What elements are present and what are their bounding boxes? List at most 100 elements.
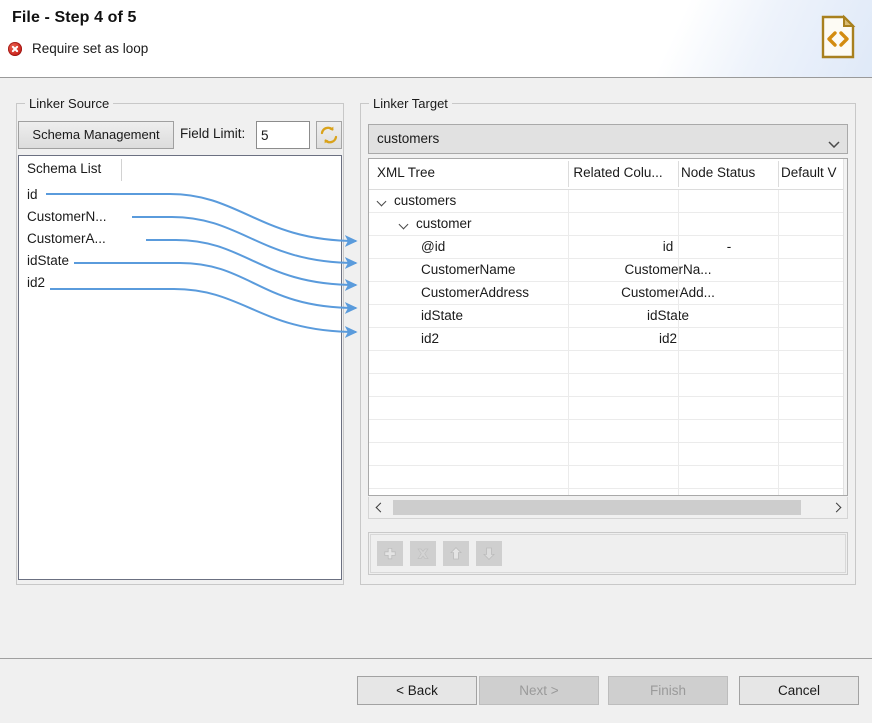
schema-list-rows: id CustomerN... CustomerA... idStateid2 — [19, 184, 341, 294]
field-limit-label: Field Limit: — [180, 126, 245, 141]
chevron-down-icon[interactable] — [377, 195, 389, 207]
schema-list-item[interactable]: CustomerN... — [19, 206, 341, 228]
cell-divider — [778, 351, 779, 374]
delete-node-button[interactable] — [410, 541, 436, 566]
cell-divider — [568, 374, 569, 397]
schema-list-item[interactable]: id2 — [19, 272, 341, 294]
schema-list-item-label: id — [27, 187, 38, 202]
column-header-xml-tree[interactable]: XML Tree — [377, 165, 435, 180]
table-row[interactable] — [369, 351, 847, 374]
table-row[interactable]: customers — [369, 190, 847, 213]
wizard-dialog: File - Step 4 of 5 Require set as loop L… — [0, 0, 872, 723]
target-toolbar — [368, 532, 848, 575]
table-row[interactable] — [369, 397, 847, 420]
table-row[interactable]: id2id2 — [369, 328, 847, 351]
cell-xml-tree-label: @id — [421, 239, 445, 254]
field-limit-input[interactable] — [256, 121, 310, 149]
cell-divider — [678, 190, 679, 213]
scrollbar-thumb[interactable] — [393, 500, 801, 515]
cell-node-status: - — [679, 239, 779, 254]
cell-divider — [678, 236, 679, 259]
next-button[interactable]: Next > — [479, 676, 599, 705]
refresh-icon[interactable] — [316, 121, 342, 149]
cell-xml-tree-label: customers — [394, 193, 456, 208]
table-row[interactable] — [369, 374, 847, 397]
header-divider — [778, 161, 779, 187]
schema-management-button[interactable]: Schema Management — [18, 121, 174, 149]
cell-related-column: CustomerNa... — [569, 262, 767, 277]
cell-related-column: idState — [569, 308, 767, 323]
tree-vertical-scrollbar[interactable] — [843, 159, 847, 495]
chevron-down-icon[interactable] — [399, 218, 411, 230]
linker-source-legend: Linker Source — [25, 96, 113, 111]
wizard-header: File - Step 4 of 5 Require set as loop — [0, 0, 872, 78]
table-row[interactable]: CustomerAddress CustomerAdd... — [369, 282, 847, 305]
schema-list-item-label: CustomerA... — [27, 231, 106, 246]
schema-list[interactable]: Schema List idCustomerN...CustomerA...id… — [18, 155, 342, 580]
cell-divider — [678, 213, 679, 236]
cell-divider — [778, 443, 779, 466]
cell-divider — [568, 190, 569, 213]
target-schema-combobox[interactable]: customers — [368, 124, 848, 154]
cell-divider — [678, 374, 679, 397]
finish-button[interactable]: Finish — [608, 676, 728, 705]
cell-divider — [678, 328, 679, 351]
cell-xml-tree: CustomerAddress — [421, 285, 529, 300]
page-title: File - Step 4 of 5 — [12, 9, 137, 27]
chevron-right-icon[interactable] — [825, 497, 847, 517]
cell-divider — [778, 305, 779, 328]
footer-divider — [0, 658, 872, 659]
column-header-related-column[interactable]: Related Colu... — [569, 165, 667, 180]
table-row[interactable]: customer — [369, 213, 847, 236]
cell-divider — [568, 305, 569, 328]
back-button[interactable]: < Back — [357, 676, 477, 705]
schema-list-item[interactable]: id — [19, 184, 341, 206]
cell-divider — [778, 282, 779, 305]
schema-list-item[interactable]: idState — [19, 250, 341, 272]
schema-list-header-label: Schema List — [27, 161, 101, 176]
cell-divider — [568, 351, 569, 374]
xml-tree-table[interactable]: XML Tree Related Colu... Node Status Def… — [368, 158, 848, 496]
cancel-button[interactable]: Cancel — [739, 676, 859, 705]
cell-xml-tree-label: CustomerAddress — [421, 285, 529, 300]
table-header-row: XML Tree Related Colu... Node Status Def… — [369, 159, 847, 190]
table-row[interactable] — [369, 443, 847, 466]
cell-xml-tree-label: customer — [416, 216, 472, 231]
table-row[interactable] — [369, 489, 847, 496]
cell-divider — [778, 236, 779, 259]
table-row[interactable] — [369, 466, 847, 489]
cell-divider — [678, 420, 679, 443]
header-divider — [568, 161, 569, 187]
table-row[interactable] — [369, 420, 847, 443]
table-row[interactable]: idState idState — [369, 305, 847, 328]
cell-divider — [678, 397, 679, 420]
column-divider — [121, 159, 122, 181]
add-node-button[interactable] — [377, 541, 403, 566]
schema-list-item[interactable]: CustomerA... — [19, 228, 341, 250]
validation-message-text: Require set as loop — [32, 41, 148, 56]
move-down-button[interactable] — [476, 541, 502, 566]
cell-divider — [778, 374, 779, 397]
cell-divider — [678, 259, 679, 282]
table-row[interactable]: @idid- — [369, 236, 847, 259]
target-toolbar-inner — [370, 534, 846, 573]
column-header-default-value[interactable]: Default V — [781, 165, 837, 180]
cell-divider — [778, 466, 779, 489]
table-row[interactable]: CustomerName CustomerNa... — [369, 259, 847, 282]
cell-divider — [778, 190, 779, 213]
move-up-button[interactable] — [443, 541, 469, 566]
table-horizontal-scrollbar[interactable] — [368, 497, 848, 519]
cell-xml-tree-label: idState — [421, 308, 463, 323]
cell-divider — [678, 351, 679, 374]
error-circle-icon — [8, 42, 22, 56]
cell-xml-tree: customer — [399, 216, 472, 231]
cell-divider — [778, 489, 779, 496]
cell-xml-tree: CustomerName — [421, 262, 516, 277]
cell-xml-tree-label: CustomerName — [421, 262, 516, 277]
cell-divider — [568, 259, 569, 282]
cell-related-column: CustomerAdd... — [569, 285, 767, 300]
cell-divider — [568, 282, 569, 305]
cell-divider — [778, 420, 779, 443]
column-header-node-status[interactable]: Node Status — [681, 165, 755, 180]
chevron-left-icon[interactable] — [369, 497, 391, 517]
